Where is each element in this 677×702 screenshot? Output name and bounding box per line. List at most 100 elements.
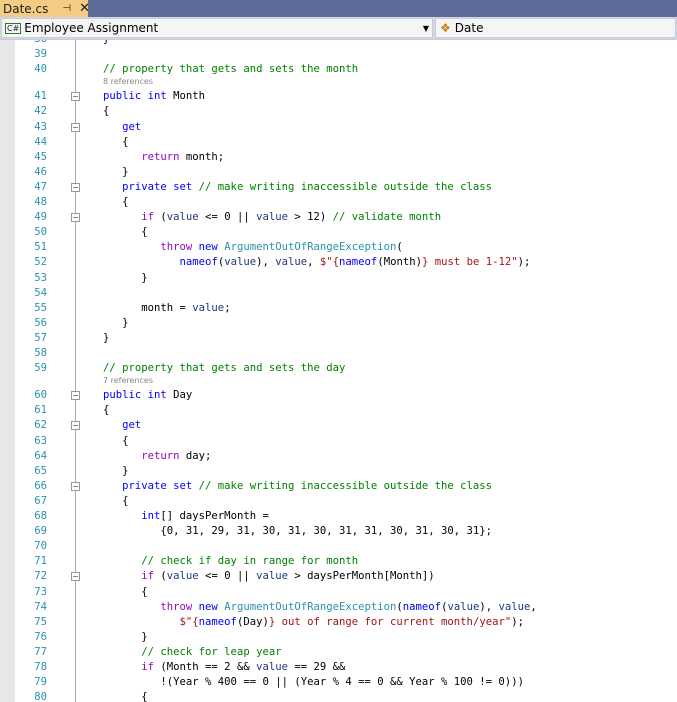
code-token: ), (479, 600, 499, 613)
code-text: { (103, 403, 109, 418)
codelens-references[interactable]: 7 references (103, 375, 153, 386)
code-token: value (166, 211, 199, 224)
code-token: if (103, 661, 161, 673)
code-token: if (103, 211, 161, 224)
line-number: 38 (15, 40, 47, 47)
code-text: throw new ArgumentOutOfRangeException( (103, 240, 402, 255)
line-number: 52 (34, 256, 47, 269)
line-number: 76 (34, 630, 47, 643)
code-token: get (103, 419, 142, 432)
line-number: 67 (34, 494, 47, 507)
collapse-icon[interactable]: − (71, 391, 80, 401)
line-number: 56 (34, 316, 47, 329)
code-text: private set // make writing inaccessible… (103, 180, 492, 195)
code-line: 43 − get (0, 120, 677, 135)
code-token: public (103, 90, 148, 103)
code-line: 72 − if (value <= 0 || value > daysPerMon… (0, 569, 677, 584)
code-token: nameof (339, 256, 378, 269)
code-text: } (103, 316, 129, 331)
member-dropdown[interactable]: ❖ Date (435, 18, 676, 38)
code-token: int (147, 90, 174, 103)
line-number: 63 (34, 434, 47, 447)
code-token: > daysPerMonth[Month]) (287, 570, 435, 583)
line-number: 80 (34, 691, 47, 702)
code-line: 50 { (0, 225, 677, 240)
line-number: 68 (34, 510, 47, 522)
code-text: if (value <= 0 || value > 12) // validat… (103, 210, 441, 225)
collapse-icon[interactable]: − (71, 213, 80, 223)
code-text: if (Month == 2 && value == 29 && (103, 660, 345, 675)
close-icon[interactable]: ✕ (79, 1, 90, 16)
collapse-icon[interactable]: − (71, 572, 80, 582)
code-line: 55 month = value; (0, 301, 677, 316)
code-line: 73 { (0, 585, 677, 600)
line-number: 55 (34, 301, 47, 314)
code-text: // check for leap year (103, 645, 281, 660)
code-line: 68 int[] daysPerMonth = (0, 509, 677, 524)
code-token: month; (185, 150, 225, 163)
code-token: ); (517, 256, 531, 269)
code-text: { (103, 690, 147, 702)
code-token: { (103, 585, 148, 598)
collapse-icon[interactable]: − (71, 421, 80, 431)
pin-icon[interactable]: ⊣ (62, 3, 71, 14)
code-text: get (103, 120, 141, 135)
code-line: 74 throw new ArgumentOutOfRangeException… (0, 600, 677, 615)
project-dropdown[interactable]: C# Employee Assignment ▼ (1, 18, 433, 38)
code-text: int[] daysPerMonth = (103, 509, 269, 524)
line-number: 73 (34, 585, 47, 598)
code-line: 46 } (0, 165, 677, 180)
collapse-icon[interactable]: − (71, 182, 80, 192)
line-number: 77 (34, 645, 47, 658)
code-token: } (103, 316, 129, 329)
tab-date-cs[interactable]: Date.cs ⊣ ✕ (0, 0, 90, 17)
code-line: 64 return day; (0, 449, 677, 464)
collapse-icon[interactable]: − (71, 92, 80, 102)
chevron-down-icon: ▼ (422, 23, 429, 33)
line-number: 62 (34, 419, 47, 432)
code-token: } (103, 630, 148, 643)
code-token: } (103, 40, 109, 45)
code-text: } (103, 40, 109, 47)
code-line: 47 − private set // make writing inaccess… (0, 180, 677, 195)
tab-bar: Date.cs ⊣ ✕ (0, 0, 677, 17)
code-line: 75 $"{nameof(Day)} out of range for curr… (0, 615, 677, 630)
code-line: 56 } (0, 316, 677, 331)
collapse-icon[interactable]: − (71, 481, 80, 491)
code-line: 52 nameof(value), value, $"{nameof(Month… (0, 255, 677, 270)
line-number: 51 (34, 241, 47, 254)
code-text: public int Day (103, 388, 192, 403)
navigation-bar: C# Employee Assignment ▼ ❖ Date (0, 17, 677, 40)
collapse-icon[interactable]: − (71, 122, 80, 132)
code-line: 49 − if (value <= 0 || value > 12) // val… (0, 210, 677, 225)
code-text: { (103, 585, 148, 600)
line-number: 49 (34, 211, 47, 224)
code-text: private set // make writing inaccessible… (103, 479, 492, 494)
code-text: month = value; (103, 301, 230, 316)
code-line: 61 { (0, 403, 677, 418)
code-token: // property that gets and sets the day (103, 362, 346, 375)
line-number: 40 (34, 63, 47, 76)
code-line: 38} (0, 40, 677, 47)
code-token: value (224, 256, 257, 269)
code-text: { (103, 135, 128, 150)
code-line: 65 } (0, 464, 677, 479)
code-token: int (103, 510, 161, 522)
codelens-references[interactable]: 8 references (103, 76, 153, 87)
code-token: { (103, 196, 129, 208)
code-token: nameof (198, 615, 237, 628)
code-token: return (103, 150, 186, 163)
code-token: { (103, 105, 110, 118)
code-line: 48 { (0, 195, 677, 210)
code-text: nameof(value), value, $"{nameof(Month)} … (103, 255, 531, 270)
class-icon: ❖ (440, 21, 451, 35)
code-editor[interactable]: 38}3940// property that gets and sets th… (0, 40, 677, 702)
code-token: Month (173, 90, 206, 103)
code-token: day; (185, 449, 212, 462)
code-token: value (166, 570, 199, 583)
code-token: } (103, 165, 129, 178)
code-token: month = (103, 301, 193, 314)
code-line: 45 return month; (0, 150, 677, 165)
code-line: 79 !(Year % 400 == 0 || (Year % 4 == 0 &… (0, 675, 677, 690)
code-text: } (103, 165, 129, 180)
